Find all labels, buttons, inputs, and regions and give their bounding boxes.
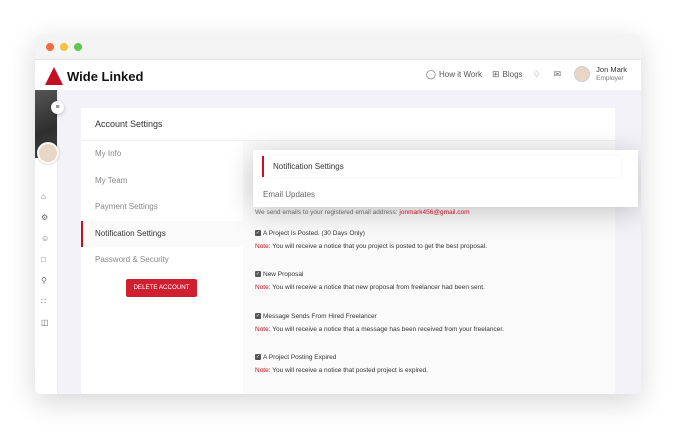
sidebar-avatar[interactable]: [37, 142, 59, 164]
user-info[interactable]: Jon Mark Employer: [596, 65, 627, 83]
checkbox[interactable]: ✓: [255, 271, 261, 278]
main-area: Account Settings My Info My Team Payment…: [58, 90, 641, 394]
mail-icon: ✉: [553, 68, 562, 79]
notification-bell[interactable]: ♢: [533, 69, 544, 80]
network-icon[interactable]: ∷: [41, 297, 46, 306]
messages-button[interactable]: ✉: [554, 69, 565, 80]
notification-settings-header: Notification Settings: [262, 156, 621, 177]
nav-my-info[interactable]: My Info: [81, 141, 243, 168]
home-icon[interactable]: ⌂: [41, 192, 46, 201]
icon-sidebar: ⌂ ⚙ ☺ □ ⚲ ∷ ◫: [35, 90, 58, 394]
checkbox[interactable]: ✓: [255, 230, 261, 237]
checkbox[interactable]: ✓: [255, 354, 261, 361]
nav-my-team[interactable]: My Team: [81, 168, 243, 195]
email-updates-label: Email Updates: [263, 190, 316, 199]
browser-window: Wide Linked ◯ How it Work ⊞ Blogs ♢ ✉ Jo…: [35, 34, 641, 394]
option-new-proposal[interactable]: ✓ New Proposal: [255, 271, 303, 278]
maximize-dot[interactable]: [74, 43, 82, 51]
grid-icon: ⊞: [491, 68, 500, 79]
minimize-dot[interactable]: [60, 43, 68, 51]
top-navbar: Wide Linked ◯ How it Work ⊞ Blogs ♢ ✉ Jo…: [35, 60, 641, 90]
delete-account-button[interactable]: DELETE ACCOUNT: [126, 279, 197, 297]
settings-nav: My Info My Team Payment Settings Notific…: [81, 141, 243, 394]
email-intro: We send emails to your registered email …: [255, 209, 470, 216]
calendar-icon[interactable]: □: [41, 255, 46, 264]
note-project-posted: Note: You will receive a notice that you…: [255, 243, 488, 250]
option-project-posted[interactable]: ✓ A Project Is Posted. (30 Days Only): [255, 230, 365, 237]
lightbulb-icon: ◯: [425, 68, 436, 79]
nav-notification-settings[interactable]: Notification Settings: [81, 220, 243, 247]
gear-icon[interactable]: ⚙: [41, 213, 48, 222]
users-icon[interactable]: ☺: [41, 234, 49, 243]
notification-settings-title: Notification Settings: [273, 162, 344, 171]
registered-email[interactable]: jonmark456@gmail.com: [399, 209, 469, 216]
close-dot[interactable]: [46, 43, 54, 51]
note-new-proposal: Note: You will receive a notice that new…: [255, 284, 485, 291]
logo-mark-icon: [45, 67, 63, 85]
search-icon[interactable]: ⚲: [41, 276, 47, 285]
nav-password-security[interactable]: Password & Security: [81, 247, 243, 274]
menu-toggle-button[interactable]: ≡: [51, 101, 64, 114]
checkbox[interactable]: ✓: [255, 313, 261, 320]
note-message-hired-freelancer: Note: You will receive a notice that a m…: [255, 326, 504, 333]
option-project-expired[interactable]: ✓ A Project Posting Expired: [255, 354, 336, 361]
title-bar: [35, 34, 641, 60]
header-links: ◯ How it Work ⊞ Blogs ♢ ✉ Jon Mark Emplo…: [426, 65, 627, 83]
option-message-hired-freelancer[interactable]: ✓ Message Sends From Hired Freelancer: [255, 313, 377, 320]
brand-name: Wide Linked: [67, 68, 144, 84]
nav-how-it-work[interactable]: ◯ How it Work: [426, 69, 482, 80]
document-icon[interactable]: ◫: [41, 318, 49, 327]
user-name: Jon Mark: [596, 65, 627, 74]
avatar[interactable]: [574, 66, 591, 82]
notification-settings-panel: Notification Settings Email Updates: [253, 150, 638, 207]
note-project-expired: Note: You will receive a notice that pos…: [255, 367, 429, 374]
bell-icon: ♢: [532, 68, 541, 79]
user-role: Employer: [596, 75, 624, 82]
logo[interactable]: Wide Linked: [45, 67, 143, 85]
nav-payment-settings[interactable]: Payment Settings: [81, 194, 243, 221]
nav-blogs[interactable]: ⊞ Blogs: [492, 69, 523, 80]
page-title: Account Settings: [95, 119, 163, 129]
